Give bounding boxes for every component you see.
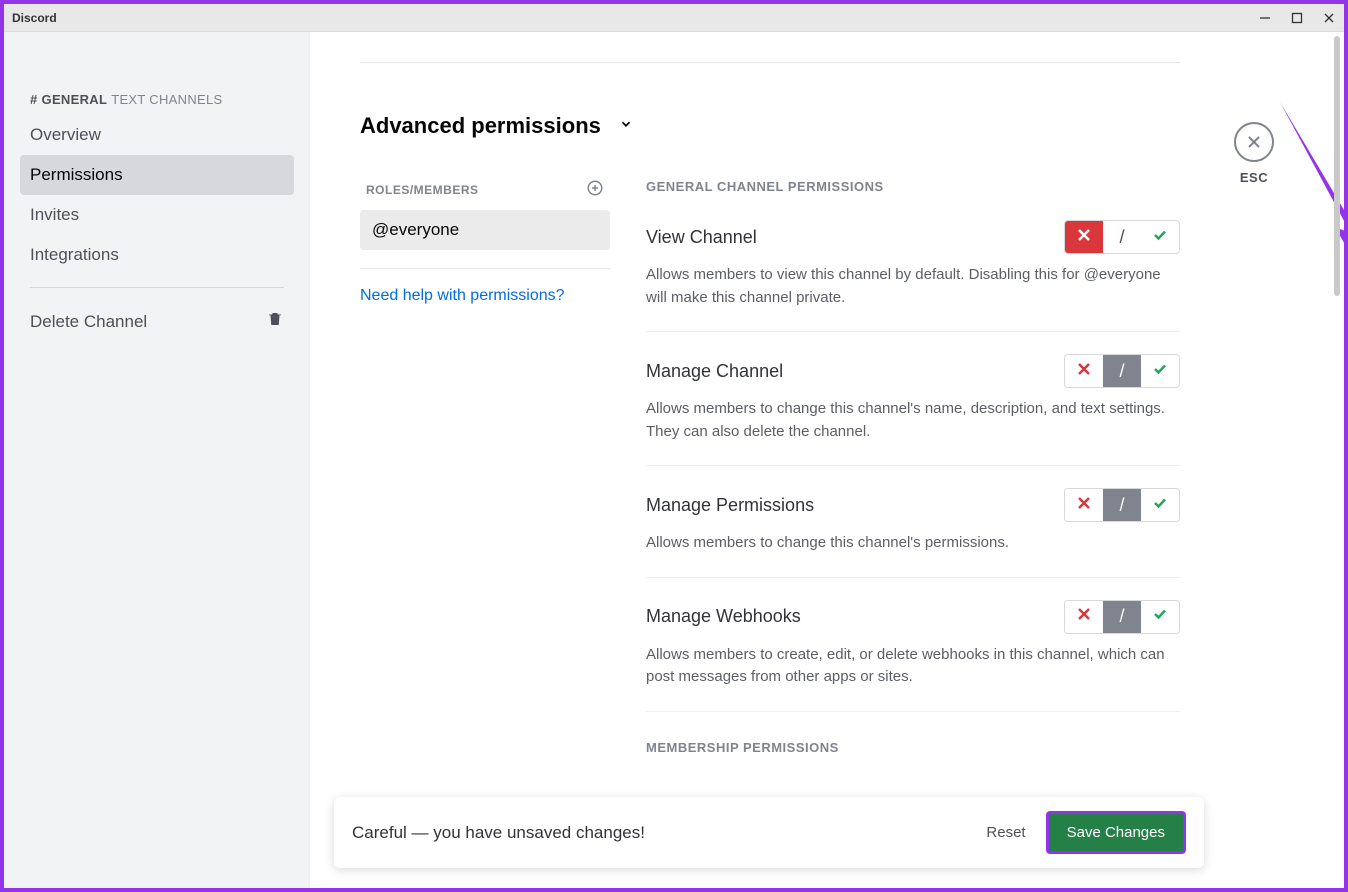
sidebar-header: # GENERAL TEXT CHANNELS (20, 92, 294, 115)
perm-name: View Channel (646, 227, 757, 248)
content-area: Advanced permissions ROLES/MEMBERS @ever… (310, 32, 1344, 888)
add-role-button[interactable] (586, 179, 604, 200)
chevron-down-icon (619, 117, 633, 136)
membership-permissions-header: MEMBERSHIP PERMISSIONS (646, 740, 1180, 755)
perm-row-view-channel: View Channel / Allows members to view th… (646, 220, 1180, 332)
perm-name: Manage Webhooks (646, 606, 801, 627)
perm-toggle: / (1064, 488, 1180, 522)
app-name: Discord (12, 11, 57, 25)
perm-name: Manage Permissions (646, 495, 814, 516)
help-link[interactable]: Need help with permissions? (360, 287, 610, 305)
perm-allow-button[interactable] (1141, 221, 1179, 253)
check-icon (1152, 227, 1168, 248)
channel-name: GENERAL (42, 92, 108, 107)
unsaved-changes-bar: Careful — you have unsaved changes! Rese… (334, 797, 1204, 868)
perm-row-manage-webhooks: Manage Webhooks / Allows members to crea… (646, 600, 1180, 712)
content-top-divider (360, 62, 1180, 63)
sidebar: # GENERAL TEXT CHANNELS Overview Permiss… (4, 32, 310, 888)
perm-deny-button[interactable] (1065, 221, 1103, 253)
sidebar-item-integrations[interactable]: Integrations (20, 235, 294, 275)
permissions-column: GENERAL CHANNEL PERMISSIONS View Channel… (646, 179, 1180, 843)
perm-deny-button[interactable] (1065, 601, 1103, 633)
slash-icon: / (1119, 606, 1124, 627)
x-icon (1077, 496, 1091, 515)
sidebar-item-invites[interactable]: Invites (20, 195, 294, 235)
general-permissions-header: GENERAL CHANNEL PERMISSIONS (646, 179, 1180, 194)
reset-button[interactable]: Reset (986, 824, 1025, 841)
maximize-button[interactable] (1290, 11, 1304, 25)
scrollbar[interactable] (1334, 36, 1340, 296)
x-icon (1077, 228, 1091, 247)
check-icon (1152, 361, 1168, 382)
x-icon (1077, 607, 1091, 626)
close-icon (1234, 122, 1274, 162)
perm-deny-button[interactable] (1065, 355, 1103, 387)
perm-allow-button[interactable] (1141, 355, 1179, 387)
perm-neutral-button[interactable]: / (1103, 355, 1141, 387)
check-icon (1152, 495, 1168, 516)
x-icon (1077, 362, 1091, 381)
perm-desc: Allows members to change this channel's … (646, 398, 1180, 443)
minimize-button[interactable] (1258, 11, 1272, 25)
close-button[interactable] (1322, 11, 1336, 25)
esc-label: ESC (1240, 170, 1268, 185)
section-title: Advanced permissions (360, 113, 601, 139)
channel-category: TEXT CHANNELS (111, 92, 222, 107)
perm-desc: Allows members to change this channel's … (646, 532, 1180, 555)
save-changes-button[interactable]: Save Changes (1046, 811, 1186, 854)
sidebar-item-overview[interactable]: Overview (20, 115, 294, 155)
perm-deny-button[interactable] (1065, 489, 1103, 521)
esc-button[interactable]: ESC (1234, 122, 1274, 185)
hash-icon: # (30, 92, 38, 107)
perm-row-manage-channel: Manage Channel / Allows members to chang… (646, 354, 1180, 466)
window-controls (1258, 11, 1336, 25)
perm-neutral-button[interactable]: / (1103, 489, 1141, 521)
role-item-everyone[interactable]: @everyone (360, 210, 610, 250)
perm-toggle: / (1064, 220, 1180, 254)
check-icon (1152, 606, 1168, 627)
delete-channel-button[interactable]: Delete Channel (20, 300, 294, 343)
perm-allow-button[interactable] (1141, 601, 1179, 633)
slash-icon: / (1119, 227, 1124, 248)
roles-header-label: ROLES/MEMBERS (366, 183, 479, 197)
perm-row-manage-permissions: Manage Permissions / Allows members to c… (646, 488, 1180, 578)
slash-icon: / (1119, 495, 1124, 516)
unsaved-message: Careful — you have unsaved changes! (352, 823, 645, 843)
titlebar: Discord (4, 4, 1344, 32)
perm-toggle: / (1064, 600, 1180, 634)
perm-desc: Allows members to view this channel by d… (646, 264, 1180, 309)
perm-neutral-button[interactable]: / (1103, 221, 1141, 253)
roles-divider (360, 268, 610, 269)
slash-icon: / (1119, 361, 1124, 382)
roles-header: ROLES/MEMBERS (360, 179, 610, 210)
perm-neutral-button[interactable]: / (1103, 601, 1141, 633)
perm-desc: Allows members to create, edit, or delet… (646, 644, 1180, 689)
perm-name: Manage Channel (646, 361, 783, 382)
trash-icon (266, 310, 284, 333)
sidebar-item-permissions[interactable]: Permissions (20, 155, 294, 195)
perm-toggle: / (1064, 354, 1180, 388)
roles-column: ROLES/MEMBERS @everyone Need help with p… (360, 179, 610, 843)
perm-allow-button[interactable] (1141, 489, 1179, 521)
section-title-row[interactable]: Advanced permissions (360, 113, 1180, 139)
sidebar-divider (30, 287, 284, 288)
delete-channel-label: Delete Channel (30, 312, 147, 332)
